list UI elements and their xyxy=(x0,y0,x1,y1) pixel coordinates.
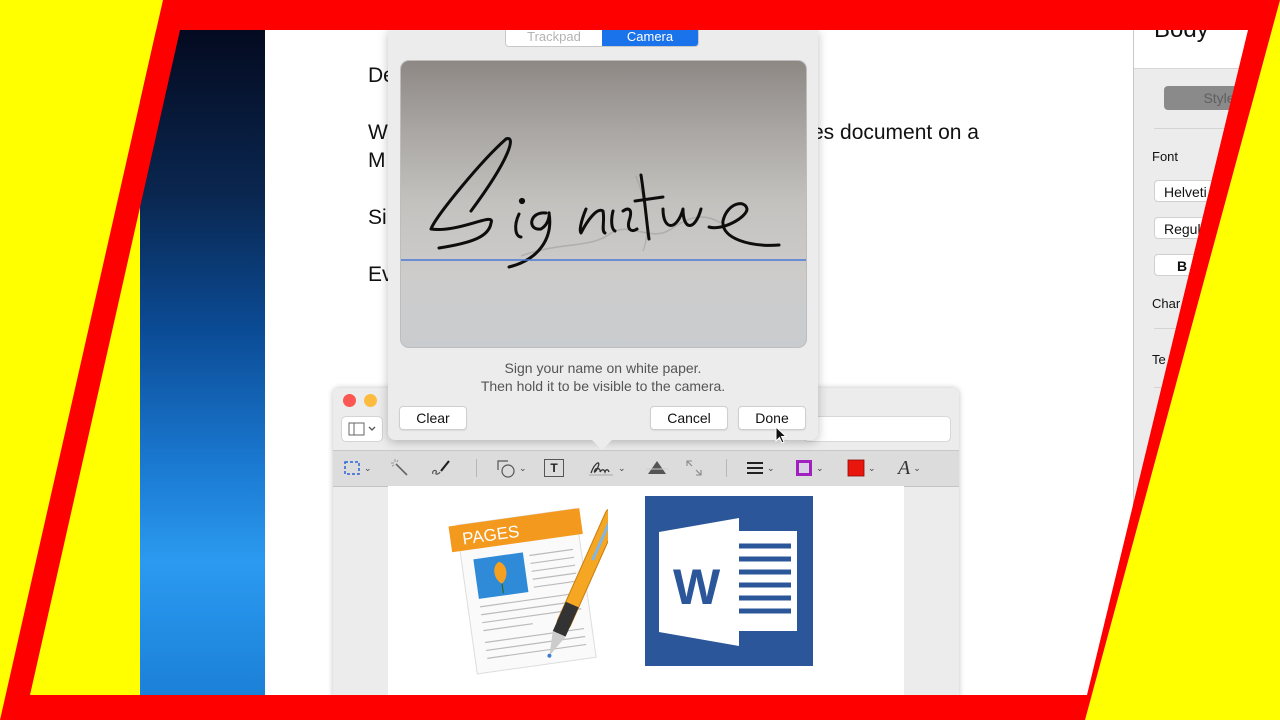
adjust-size-tool[interactable] xyxy=(684,457,704,479)
rectangular-selection-tool[interactable]: ⌄ xyxy=(343,457,372,479)
character-styles-label: Char xyxy=(1152,296,1181,311)
font-label: Font xyxy=(1152,149,1179,164)
text-tool[interactable]: T xyxy=(544,457,564,479)
doc-line-4: Si xyxy=(368,206,387,229)
doc-line-3: M xyxy=(368,149,386,172)
font-weight-select[interactable]: Regul xyxy=(1154,217,1274,239)
toolbar-separator xyxy=(476,459,477,477)
text-style-icon: A xyxy=(898,456,911,479)
divider xyxy=(1154,328,1280,329)
word-app-icon: W xyxy=(645,496,813,666)
desktop-wallpaper xyxy=(140,30,270,695)
mouse-pointer-icon xyxy=(775,426,788,444)
done-button[interactable]: Done xyxy=(738,406,806,430)
instant-alpha-tool[interactable] xyxy=(390,457,410,479)
chevron-down-icon: ⌄ xyxy=(618,462,626,473)
chevron-down-icon: ⌄ xyxy=(364,462,372,473)
text-section-label: Te xyxy=(1152,352,1166,367)
tab-trackpad[interactable]: Trackpad xyxy=(506,28,602,46)
shape-style-tool[interactable]: ⌄ xyxy=(746,457,775,479)
sidebar-toggle-button[interactable] xyxy=(341,416,383,442)
popover-arrow xyxy=(591,439,613,450)
sidebar-icon xyxy=(348,422,376,436)
fill-color-tool[interactable]: ⌄ xyxy=(847,457,876,479)
bold-button[interactable]: B xyxy=(1154,254,1274,276)
shapes-tool[interactable]: ⌄ xyxy=(496,457,527,479)
cancel-button[interactable]: Cancel xyxy=(650,406,728,430)
signature-source-segmented-control: Trackpad Camera xyxy=(505,28,699,47)
paragraph-style-header[interactable]: Body xyxy=(1134,16,1280,69)
doc-line-2-end: es document on a xyxy=(812,121,979,144)
search-field[interactable] xyxy=(803,416,951,442)
adjust-color-tool[interactable] xyxy=(645,457,669,479)
doc-line-2: W xyxy=(368,121,388,144)
text-box-icon: T xyxy=(544,459,564,477)
prism-icon xyxy=(646,461,668,474)
style-tab[interactable]: Style xyxy=(1164,86,1274,110)
sign-tool[interactable]: ⌄ xyxy=(587,457,626,479)
preview-page-canvas[interactable]: PAGES W xyxy=(388,486,904,698)
toolbar-separator xyxy=(726,459,727,477)
instruction-line-2: Then hold it to be visible to the camera… xyxy=(480,378,726,394)
chevron-down-icon: ⌄ xyxy=(913,462,921,473)
instruction-line-1: Sign your name on white paper. xyxy=(504,360,702,376)
magic-wand-icon xyxy=(391,459,408,476)
signature-capture-popover: Trackpad Camera Sign your name on white … xyxy=(388,28,818,450)
dashed-rectangle-icon xyxy=(344,461,360,475)
border-color-tool[interactable]: ⌄ xyxy=(795,457,824,479)
clear-button[interactable]: Clear xyxy=(399,406,467,430)
divider xyxy=(1154,387,1280,388)
chevron-down-icon: ⌄ xyxy=(816,462,824,473)
captured-signature xyxy=(401,137,806,269)
signature-icon xyxy=(589,462,613,476)
paragraph-style-name: Body xyxy=(1154,16,1209,43)
camera-preview xyxy=(400,60,807,348)
pages-app-icon: PAGES xyxy=(448,508,608,675)
minimize-window-button[interactable] xyxy=(364,394,377,407)
chevron-down-icon: ⌄ xyxy=(519,462,527,473)
font-family-select[interactable]: Helveti xyxy=(1154,180,1274,202)
chevron-down-icon: ⌄ xyxy=(767,462,775,473)
close-window-button[interactable] xyxy=(343,394,356,407)
sketch-pen-icon xyxy=(432,460,450,475)
line-weight-icon xyxy=(747,462,763,474)
resize-icon xyxy=(686,460,702,476)
text-style-tool[interactable]: A ⌄ xyxy=(898,457,921,479)
format-inspector: Body Style Font Helveti Regul B Char Te xyxy=(1133,16,1280,695)
markup-toolbar: ⌄ ⌄ T ⌄ ⌄ ⌄ ⌄ A ⌄ xyxy=(333,450,959,487)
fill-color-swatch-icon xyxy=(847,459,865,477)
tab-camera[interactable]: Camera xyxy=(602,28,698,46)
word-letter: W xyxy=(673,559,721,615)
divider xyxy=(1154,128,1280,129)
chevron-down-icon: ⌄ xyxy=(868,462,876,473)
border-color-swatch-icon xyxy=(796,460,812,476)
sketch-tool[interactable] xyxy=(430,457,452,479)
shapes-icon xyxy=(497,460,515,478)
